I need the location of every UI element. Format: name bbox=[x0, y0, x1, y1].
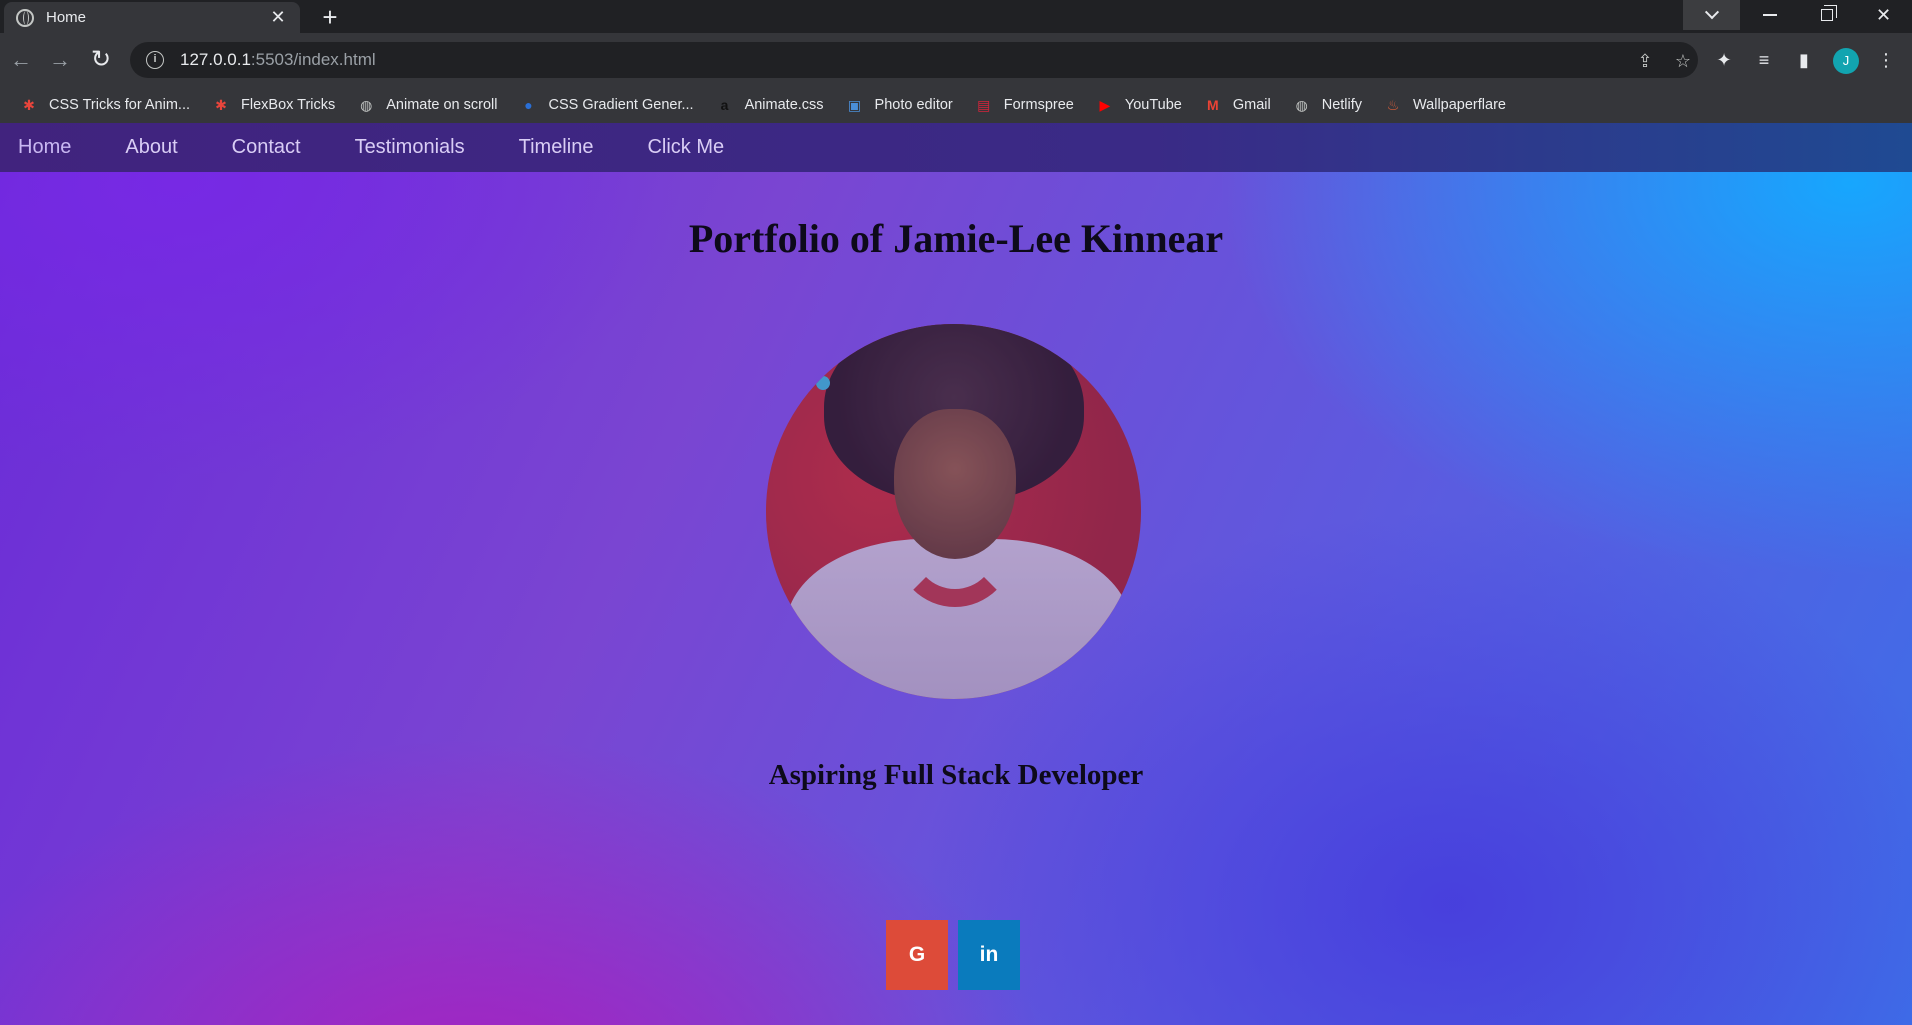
new-tab-button[interactable]: + bbox=[313, 3, 347, 31]
bookmark-label: Gmail bbox=[1232, 97, 1271, 113]
bookmark-label: CSS Gradient Gener... bbox=[548, 97, 694, 113]
bookmark-item[interactable]: ● CSS Gradient Gener... bbox=[509, 91, 703, 119]
google-icon: G bbox=[908, 943, 926, 966]
google-button[interactable]: G bbox=[886, 920, 948, 990]
page-viewport: Home About Contact Testimonials Timeline… bbox=[0, 123, 1912, 1025]
browser-titlebar: Home ✕ + ✕ bbox=[0, 0, 1912, 33]
back-button[interactable]: ← bbox=[6, 45, 36, 75]
bookmark-label: Wallpaperflare bbox=[1413, 97, 1506, 113]
page-title: Portfolio of Jamie-Lee Kinnear bbox=[688, 216, 1224, 261]
globe-icon bbox=[16, 8, 34, 27]
tab-search-button[interactable] bbox=[1683, 0, 1740, 30]
extensions-icon[interactable]: ✦ bbox=[1710, 46, 1738, 74]
reload-button[interactable]: ↻ bbox=[86, 45, 116, 75]
close-window-button[interactable]: ✕ bbox=[1855, 0, 1912, 30]
restore-icon bbox=[1820, 5, 1837, 21]
nav-about[interactable]: About bbox=[125, 136, 177, 159]
url-path: :5503/index.html bbox=[250, 50, 376, 69]
nav-timeline[interactable]: Timeline bbox=[519, 136, 594, 159]
bookmark-item[interactable]: ✱ CSS Tricks for Anim... bbox=[10, 91, 200, 119]
globe-icon: ◍ bbox=[1295, 97, 1308, 113]
url-text: 127.0.0.1:5503/index.html bbox=[180, 50, 376, 70]
tab-title: Home bbox=[46, 9, 87, 26]
close-icon: ✕ bbox=[1875, 4, 1892, 25]
chevron-down-icon bbox=[1704, 5, 1719, 20]
share-icon[interactable]: ⇪ bbox=[1635, 51, 1655, 71]
linkedin-icon: in bbox=[979, 943, 999, 966]
gmail-icon: M bbox=[1207, 97, 1219, 113]
info-icon[interactable]: i bbox=[146, 51, 164, 69]
site-navbar: Home About Contact Testimonials Timeline… bbox=[0, 123, 1912, 172]
media-queue-icon[interactable]: ≡ bbox=[1750, 46, 1778, 74]
animate-icon: a bbox=[720, 97, 729, 113]
bookmark-label: Netlify bbox=[1321, 97, 1363, 113]
bookmark-label: Animate.css bbox=[744, 97, 824, 113]
bookmark-item[interactable]: ✱ FlexBox Tricks bbox=[202, 91, 345, 119]
bookmark-label: CSS Tricks for Anim... bbox=[49, 97, 190, 113]
bookmark-label: Formspree bbox=[1003, 97, 1074, 113]
profile-photo bbox=[766, 324, 1141, 699]
formspree-icon: ▤ bbox=[977, 97, 991, 113]
bookmark-label: Animate on scroll bbox=[386, 97, 498, 113]
address-bar[interactable]: i 127.0.0.1:5503/index.html ⇪ ☆ bbox=[130, 42, 1698, 78]
bookmark-label: Photo editor bbox=[874, 97, 953, 113]
close-tab-icon[interactable]: ✕ bbox=[268, 7, 288, 28]
restore-button[interactable] bbox=[1798, 0, 1855, 30]
profile-avatar[interactable]: J bbox=[1833, 48, 1859, 74]
forward-button[interactable]: → bbox=[45, 45, 75, 75]
bookmark-item[interactable]: ♨ Wallpaperflare bbox=[1374, 91, 1516, 119]
bookmark-item[interactable]: ◍ Animate on scroll bbox=[347, 91, 507, 119]
minimize-icon bbox=[1762, 14, 1777, 16]
bookmark-item[interactable]: ◍ Netlify bbox=[1283, 91, 1372, 119]
nav-click-me[interactable]: Click Me bbox=[647, 136, 724, 159]
more-menu-icon[interactable]: ⋮ bbox=[1872, 46, 1900, 74]
bookmark-label: YouTube bbox=[1124, 97, 1182, 113]
photo-editor-icon: ▣ bbox=[847, 97, 862, 113]
page-subtitle: Aspiring Full Stack Developer bbox=[768, 759, 1144, 791]
nav-home[interactable]: Home bbox=[18, 136, 71, 159]
flame-icon: ♨ bbox=[1386, 97, 1400, 113]
bookmark-item[interactable]: a Animate.css bbox=[706, 91, 834, 119]
nav-contact[interactable]: Contact bbox=[232, 136, 301, 159]
bookmark-label: FlexBox Tricks bbox=[241, 97, 336, 113]
linkedin-button[interactable]: in bbox=[958, 920, 1020, 990]
minimize-button[interactable] bbox=[1741, 0, 1798, 30]
bookmark-item[interactable]: ▣ Photo editor bbox=[836, 91, 963, 119]
url-host: 127.0.0.1 bbox=[180, 50, 251, 69]
bookmarks-bar: ✱ CSS Tricks for Anim... ✱ FlexBox Tricks ◍ A… bbox=[0, 87, 1912, 123]
browser-toolbar: ← → ↻ i 127.0.0.1:5503/index.html ⇪ ☆ ✦ … bbox=[0, 33, 1912, 87]
bookmark-item[interactable]: ▶ YouTube bbox=[1086, 91, 1192, 119]
side-panel-icon[interactable]: ▮ bbox=[1790, 46, 1818, 74]
globe-icon: ◍ bbox=[360, 97, 373, 113]
gradient-icon: ● bbox=[524, 97, 533, 113]
browser-tab-home[interactable]: Home ✕ bbox=[4, 2, 300, 33]
bookmark-item[interactable]: ▤ Formspree bbox=[965, 91, 1084, 119]
star-icon[interactable]: ☆ bbox=[1673, 51, 1693, 71]
bookmark-item[interactable]: M Gmail bbox=[1194, 91, 1281, 119]
nav-testimonials[interactable]: Testimonials bbox=[355, 136, 465, 159]
youtube-icon: ▶ bbox=[1099, 97, 1111, 113]
asterisk-icon: ✱ bbox=[23, 97, 35, 113]
asterisk-icon: ✱ bbox=[215, 97, 227, 113]
